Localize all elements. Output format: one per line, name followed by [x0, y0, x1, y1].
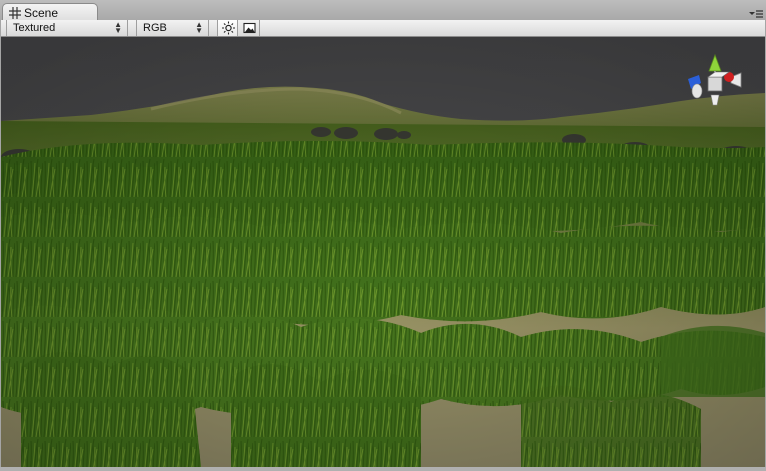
panel-bottom-border — [0, 467, 766, 471]
panel-menu-icon[interactable] — [749, 9, 763, 18]
scene-lighting-toggle[interactable] — [217, 20, 238, 36]
tab-label: Scene — [24, 6, 59, 20]
dropdown-arrows-icon: ▲ ▼ — [195, 20, 203, 35]
draw-mode-dropdown[interactable]: Textured ▲ ▼ — [6, 20, 128, 36]
tab-scene[interactable]: Scene — [2, 3, 98, 21]
scene-viewport[interactable] — [1, 37, 765, 467]
scene-overlay-toggle[interactable] — [239, 20, 260, 36]
grid-icon — [9, 7, 21, 19]
image-icon — [243, 22, 256, 34]
terrain-render — [1, 37, 765, 467]
render-mode-label: RGB — [143, 22, 167, 34]
draw-mode-label: Textured — [13, 22, 56, 34]
dropdown-arrows-icon: ▲ ▼ — [114, 20, 122, 35]
sun-icon — [222, 21, 235, 35]
scene-toolbar: Textured ▲ ▼ RGB ▲ ▼ — [1, 20, 765, 37]
scene-gizmo-icon[interactable] — [685, 53, 745, 113]
tab-strip: Scene — [0, 0, 766, 21]
render-mode-dropdown[interactable]: RGB ▲ ▼ — [136, 20, 209, 36]
